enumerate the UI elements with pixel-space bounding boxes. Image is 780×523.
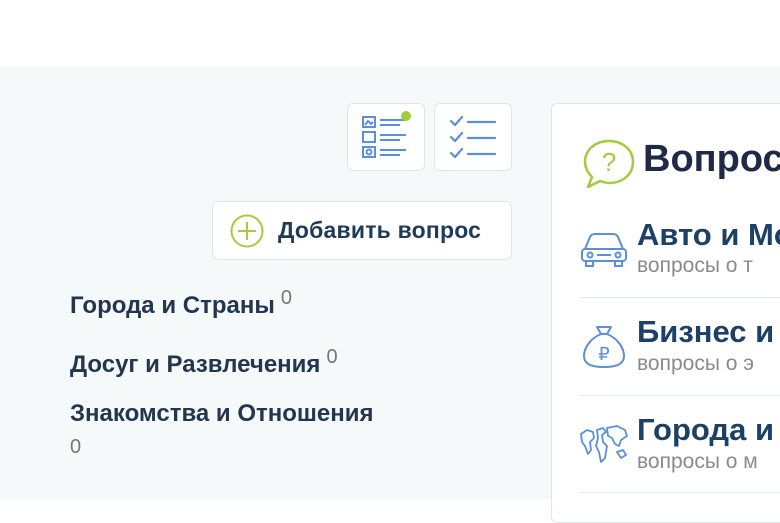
category-label: Знакомства и Отношения bbox=[70, 400, 374, 427]
grid-view-button[interactable] bbox=[347, 103, 425, 171]
category-link-dating[interactable]: Знакомства и Отношения bbox=[70, 400, 374, 428]
money-bag-icon: ₽ bbox=[583, 326, 625, 368]
category-link-leisure[interactable]: Досуг и Развлечения 0 bbox=[70, 346, 338, 379]
row-divider bbox=[580, 492, 780, 493]
checklist-view-button[interactable] bbox=[434, 103, 512, 171]
category-count: 0 bbox=[280, 287, 292, 309]
category-count: 0 bbox=[326, 346, 338, 368]
question-bubble-icon: ? bbox=[583, 139, 635, 189]
panel-title: Вопрос bbox=[643, 138, 780, 180]
category-row-subtitle: вопросы о т bbox=[637, 254, 753, 277]
category-link-cities[interactable]: Города и Страны 0 bbox=[70, 287, 292, 320]
category-label: Досуг и Развлечения bbox=[70, 351, 321, 378]
car-icon bbox=[581, 233, 627, 267]
top-header bbox=[0, 0, 780, 66]
add-question-button[interactable]: Добавить вопрос bbox=[212, 201, 512, 260]
category-row-title[interactable]: Города и bbox=[637, 412, 774, 448]
category-label: Города и Страны bbox=[70, 292, 275, 319]
svg-text:?: ? bbox=[602, 147, 616, 177]
plus-circle-icon bbox=[230, 214, 264, 247]
category-row-subtitle: вопросы о м bbox=[637, 450, 758, 473]
category-row-title[interactable]: Бизнес и bbox=[637, 314, 774, 350]
row-divider bbox=[580, 395, 780, 396]
category-count: 0 bbox=[70, 436, 82, 458]
checklist-icon bbox=[449, 115, 497, 159]
row-divider bbox=[580, 297, 780, 298]
world-map-icon bbox=[580, 425, 628, 463]
add-question-label: Добавить вопрос bbox=[278, 217, 482, 243]
category-row-title[interactable]: Авто и Мо bbox=[637, 217, 780, 253]
svg-text:₽: ₽ bbox=[598, 344, 609, 364]
grid-view-icon bbox=[362, 111, 411, 158]
category-row-subtitle: вопросы о э bbox=[637, 352, 754, 375]
notification-dot-icon bbox=[401, 111, 411, 121]
